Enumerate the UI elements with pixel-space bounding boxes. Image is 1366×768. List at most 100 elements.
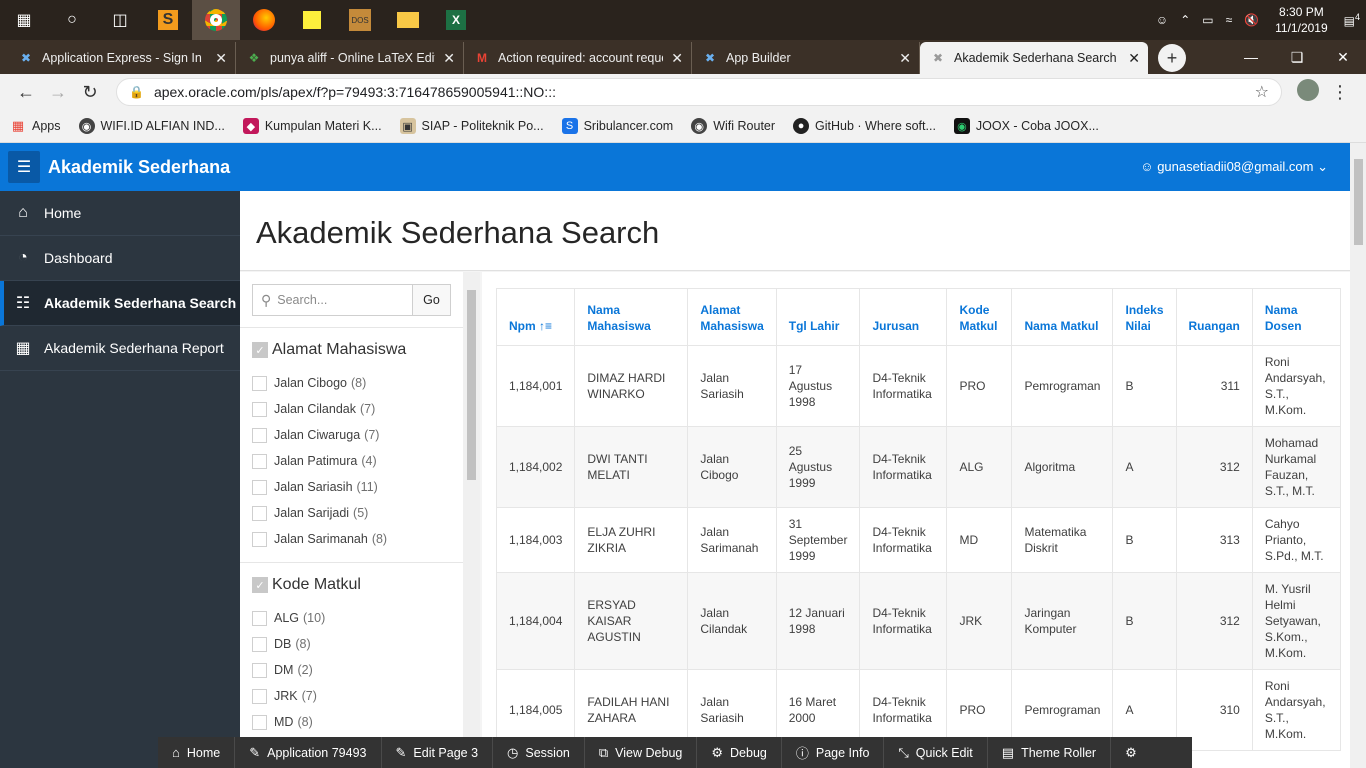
facet-header[interactable]: ✓ Alamat Mahasiswa <box>240 335 463 365</box>
checkbox[interactable] <box>252 714 267 730</box>
column-header[interactable]: Kode Matkul <box>946 288 1013 346</box>
checkbox[interactable] <box>252 479 267 495</box>
sort-ascending-icon[interactable]: ↑≡ <box>539 319 552 333</box>
browser-tab[interactable]: ✖ App Builder ✕ <box>692 42 920 74</box>
clock[interactable]: 8:30 PM 11/1/2019 <box>1265 4 1338 36</box>
devbar-page-info[interactable]: ⓘ Page Info <box>782 737 885 768</box>
bookmark-apps[interactable]: ▦ Apps <box>10 118 61 134</box>
collapse-check-icon[interactable]: ✓ <box>252 342 268 358</box>
battery-icon[interactable]: ▭ <box>1196 13 1219 27</box>
checkbox[interactable] <box>252 401 267 417</box>
sticky-notes-icon[interactable] <box>288 0 336 40</box>
dosbox-icon[interactable]: DOS <box>336 0 384 40</box>
devbar-view-debug[interactable]: ⧉ View Debug <box>585 737 698 768</box>
checkbox[interactable] <box>252 453 267 469</box>
facet-option[interactable]: Jalan Ciwaruga (7) <box>240 422 463 448</box>
chrome-taskbar-icon[interactable] <box>192 0 240 40</box>
forward-arrow-icon[interactable]: → <box>42 82 74 103</box>
app-name[interactable]: Akademik Sederhana <box>48 157 230 178</box>
devbar-application[interactable]: ✎ Application 79493 <box>235 737 382 768</box>
checkbox[interactable] <box>252 427 267 443</box>
volume-muted-icon[interactable]: 🔇 <box>1238 13 1265 27</box>
facet-option[interactable]: Jalan Cilandak (7) <box>240 396 463 422</box>
maximize-icon[interactable]: ❏ <box>1274 49 1320 66</box>
bookmark-item[interactable]: ◉ WIFI.ID ALFIAN IND... <box>78 118 225 134</box>
collapse-check-icon[interactable]: ✓ <box>252 577 268 593</box>
bookmark-item[interactable]: S Sribulancer.com <box>561 118 673 134</box>
column-header[interactable]: Ruangan <box>1175 288 1253 346</box>
scrollbar-thumb[interactable] <box>467 290 476 480</box>
column-header[interactable]: Nama Mahasiswa <box>574 288 689 346</box>
facet-option[interactable]: Jalan Sariasih (11) <box>240 474 463 500</box>
column-header[interactable]: Alamat Mahasiswa <box>687 288 777 346</box>
lock-icon[interactable]: 🔒 <box>129 85 144 99</box>
task-view-icon[interactable]: ◫ <box>96 0 144 40</box>
sidebar-item-dashboard[interactable]: ◔ Dashboard <box>0 236 240 281</box>
sidebar-item-search[interactable]: ☷ Akademik Sederhana Search <box>0 281 240 326</box>
bookmark-item[interactable]: ◉ JOOX - Coba JOOX... <box>953 118 1099 134</box>
checkbox[interactable] <box>252 662 267 678</box>
excel-icon[interactable]: X <box>432 0 480 40</box>
facet-scrollbar[interactable] <box>463 272 480 768</box>
file-explorer-icon[interactable] <box>384 0 432 40</box>
reload-icon[interactable]: ↻ <box>74 82 106 103</box>
devbar-settings[interactable]: ⚙ <box>1111 737 1158 768</box>
devbar-quick-edit[interactable]: ⤡ Quick Edit <box>884 737 988 768</box>
devbar-session[interactable]: ◷ Session <box>493 737 585 768</box>
facet-option[interactable]: DB (8) <box>240 631 463 657</box>
column-header[interactable]: Nama Matkul <box>1011 288 1114 346</box>
go-button[interactable]: Go <box>412 285 450 315</box>
facet-option[interactable]: Jalan Cibogo (8) <box>240 370 463 396</box>
facet-option[interactable]: JRK (7) <box>240 683 463 709</box>
windows-start-icon[interactable]: ▦ <box>0 0 48 40</box>
close-tab-icon[interactable]: ✕ <box>215 50 227 67</box>
facet-option[interactable]: DM (2) <box>240 657 463 683</box>
devbar-edit-page[interactable]: ✎ Edit Page 3 <box>382 737 494 768</box>
cortana-search-icon[interactable]: ○ <box>48 0 96 40</box>
bookmark-star-icon[interactable]: ☆ <box>1255 82 1269 102</box>
devbar-theme-roller[interactable]: ▤ Theme Roller <box>988 737 1112 768</box>
bookmark-item[interactable]: ▣ SIAP - Politeknik Po... <box>399 118 544 134</box>
sidebar-item-home[interactable]: ⌂ Home <box>0 191 240 236</box>
checkbox[interactable] <box>252 531 267 547</box>
column-header-npm[interactable]: Npm ↑≡ <box>495 288 576 346</box>
wifi-icon[interactable]: ≈ <box>1220 13 1239 27</box>
bookmark-item[interactable]: ◆ Kumpulan Materi K... <box>242 118 382 134</box>
bookmark-item[interactable]: ● GitHub · Where soft... <box>793 118 936 134</box>
checkbox[interactable] <box>252 688 267 704</box>
browser-menu-icon[interactable]: ⋮ <box>1324 82 1356 103</box>
checkbox[interactable] <box>252 610 267 626</box>
browser-tab-active[interactable]: ✖ Akademik Sederhana Search ✕ <box>920 42 1148 74</box>
browser-tab[interactable]: ✖ Application Express - Sign In ✕ <box>8 42 236 74</box>
minimize-icon[interactable]: — <box>1228 49 1274 65</box>
url-input[interactable]: 🔒 apex.oracle.com/pls/apex/f?p=79493:3:7… <box>116 78 1282 106</box>
chevron-up-icon[interactable]: ⌃ <box>1174 13 1196 27</box>
facet-option[interactable]: Jalan Sarimanah (8) <box>240 526 463 552</box>
checkbox[interactable] <box>252 505 267 521</box>
column-header[interactable]: Indeks Nilai <box>1112 288 1177 346</box>
facet-option[interactable]: ALG (10) <box>240 605 463 631</box>
close-window-icon[interactable]: ✕ <box>1320 49 1366 66</box>
close-tab-icon[interactable]: ✕ <box>671 50 683 67</box>
column-header[interactable]: Tgl Lahir <box>775 288 861 346</box>
new-tab-button[interactable]: + <box>1158 44 1186 72</box>
browser-tab[interactable]: M Action required: account request ✕ <box>464 42 692 74</box>
close-tab-icon[interactable]: ✕ <box>1128 50 1140 67</box>
column-header[interactable]: Jurusan <box>859 288 948 346</box>
back-arrow-icon[interactable]: ← <box>10 82 42 103</box>
bookmark-item[interactable]: ◉ Wifi Router <box>691 118 775 134</box>
browser-tab[interactable]: ❖ punya aliff - Online LaTeX Editor ✕ <box>236 42 464 74</box>
notification-icon[interactable]: ▤4 <box>1338 12 1366 28</box>
hamburger-menu-icon[interactable]: ☰ <box>8 151 40 183</box>
close-tab-icon[interactable]: ✕ <box>899 50 911 67</box>
column-header[interactable]: Nama Dosen <box>1251 288 1341 346</box>
firefox-icon[interactable] <box>240 0 288 40</box>
page-scrollbar[interactable] <box>1350 143 1366 768</box>
sublime-text-icon[interactable]: S <box>144 0 192 40</box>
scrollbar-thumb[interactable] <box>1354 159 1363 245</box>
facet-option[interactable]: Jalan Sarijadi (5) <box>240 500 463 526</box>
close-tab-icon[interactable]: ✕ <box>443 50 455 67</box>
facet-option[interactable]: MD (8) <box>240 709 463 735</box>
search-input[interactable]: ⚲ Search... <box>253 285 412 315</box>
people-icon[interactable]: ☺ <box>1150 13 1174 27</box>
